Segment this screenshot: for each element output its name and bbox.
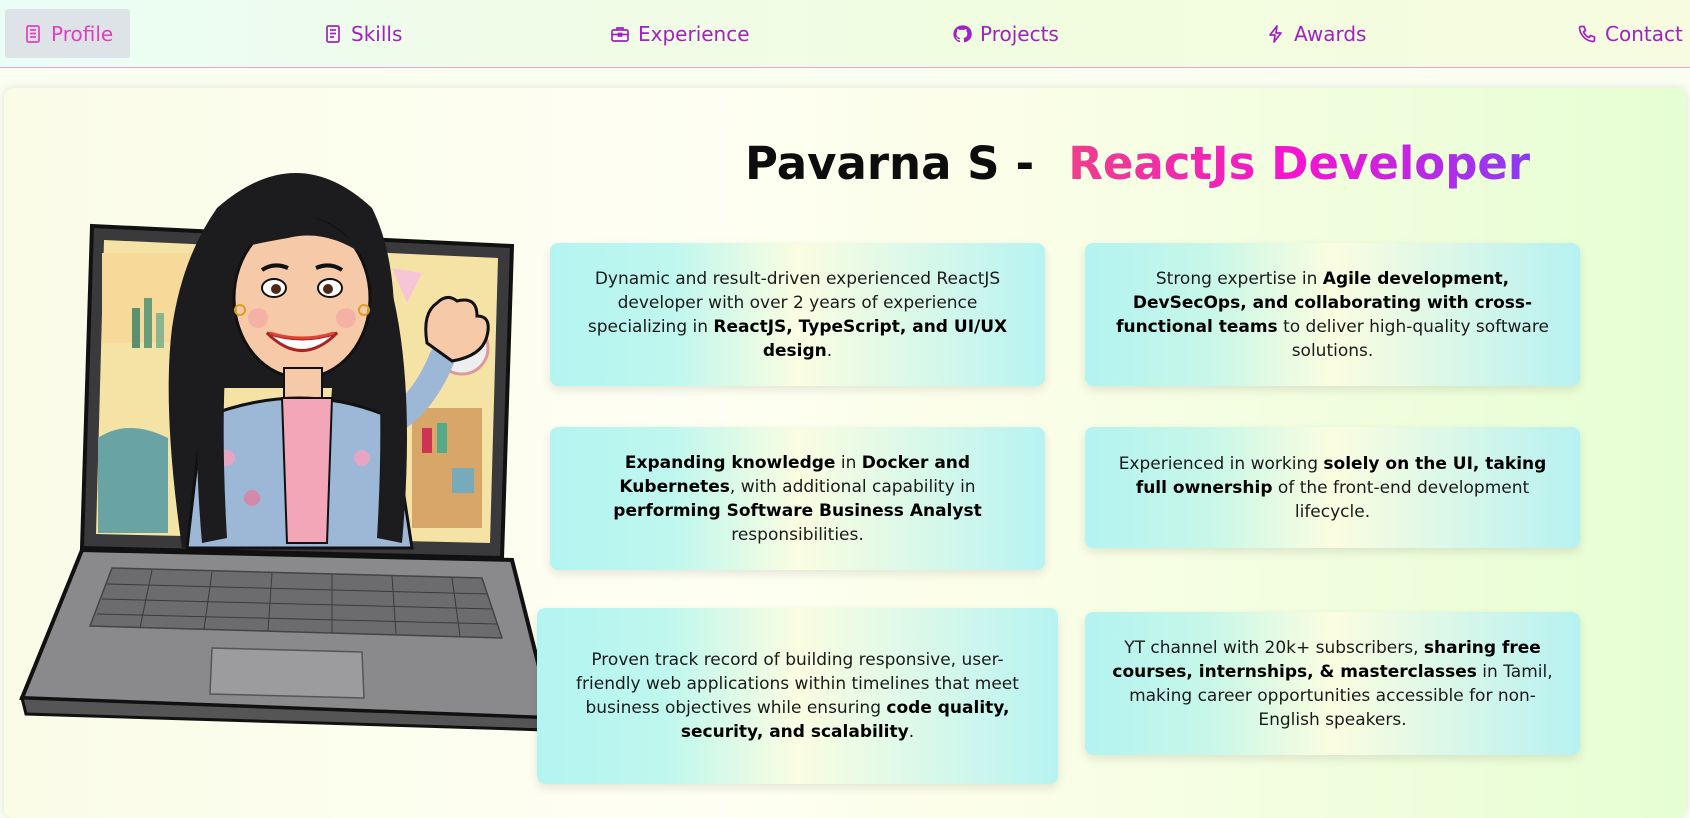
lightning-icon — [1266, 24, 1286, 44]
page-title: Pavarna S - ReactJs Developer — [745, 128, 1530, 198]
card-text-run: , with additional capability in — [729, 476, 976, 497]
nav-item-experience[interactable]: Experience — [610, 9, 750, 58]
nav-item-awards[interactable]: Awards — [1266, 9, 1366, 58]
card-text: Proven track record of building responsi… — [571, 648, 1024, 744]
phone-icon — [1577, 24, 1597, 44]
avatar-laptop-illustration — [19, 173, 542, 732]
card-text-run: responsibilities. — [731, 524, 864, 545]
github-icon — [952, 24, 972, 44]
nav-label: Contact — [1605, 21, 1683, 46]
profile-card-5: Proven track record of building responsi… — [537, 608, 1058, 784]
nav-item-contact[interactable]: Contact — [1577, 9, 1683, 58]
card-highlight: Expanding knowledge — [624, 452, 836, 473]
nav-item-profile[interactable]: Profile — [5, 9, 130, 58]
card-text-run: to deliver high-quality software solutio… — [1277, 316, 1549, 361]
nav-label: Projects — [980, 21, 1059, 46]
profile-card-4: Experienced in working solely on the UI,… — [1085, 427, 1580, 548]
briefcase-icon — [610, 24, 630, 44]
nav-label: Awards — [1294, 21, 1367, 46]
profile-section: Pavarna S - ReactJs Developer Dynamic an… — [4, 88, 1686, 818]
title-separator: - — [1015, 136, 1035, 190]
card-text-run: of the front-end development lifecycle. — [1272, 477, 1530, 522]
developer-name: Pavarna S — [745, 136, 1000, 190]
card-text-run: Strong expertise in — [1155, 268, 1323, 289]
document-icon — [23, 24, 43, 44]
profile-card-6: YT channel with 20k+ subscribers, sharin… — [1085, 612, 1580, 755]
profile-card-1: Dynamic and result-driven experienced Re… — [550, 243, 1045, 386]
card-text-run: in — [835, 452, 862, 473]
card-highlight: ReactJS, TypeScript, and UI/UX design — [713, 316, 1008, 361]
card-text: Expanding knowledge in Docker and Kubern… — [574, 451, 1021, 547]
card-text: YT channel with 20k+ subscribers, sharin… — [1109, 636, 1556, 732]
card-text: Dynamic and result-driven experienced Re… — [574, 267, 1021, 363]
nav-label: Experience — [638, 21, 750, 46]
profile-card-2: Strong expertise in Agile development, D… — [1085, 243, 1580, 386]
card-text-run: YT channel with 20k+ subscribers, — [1124, 637, 1424, 658]
card-text-run: . — [826, 340, 833, 361]
nav-item-skills[interactable]: Skills — [323, 9, 402, 58]
nav-label: Skills — [351, 21, 403, 46]
card-text: Experienced in working solely on the UI,… — [1109, 452, 1556, 524]
card-text: Strong expertise in Agile development, D… — [1109, 267, 1556, 363]
card-text-run: . — [908, 722, 915, 742]
card-highlight: performing Software Business Analyst — [613, 500, 982, 521]
top-nav: Profile Skills Experience Projects Award… — [0, 0, 1690, 68]
developer-role: ReactJs Developer — [1068, 136, 1531, 190]
nav-label: Profile — [51, 21, 114, 46]
profile-card-3: Expanding knowledge in Docker and Kubern… — [550, 427, 1045, 570]
notebook-icon — [323, 24, 343, 44]
nav-item-projects[interactable]: Projects — [952, 9, 1059, 58]
card-text-run: Experienced in working — [1118, 453, 1324, 474]
